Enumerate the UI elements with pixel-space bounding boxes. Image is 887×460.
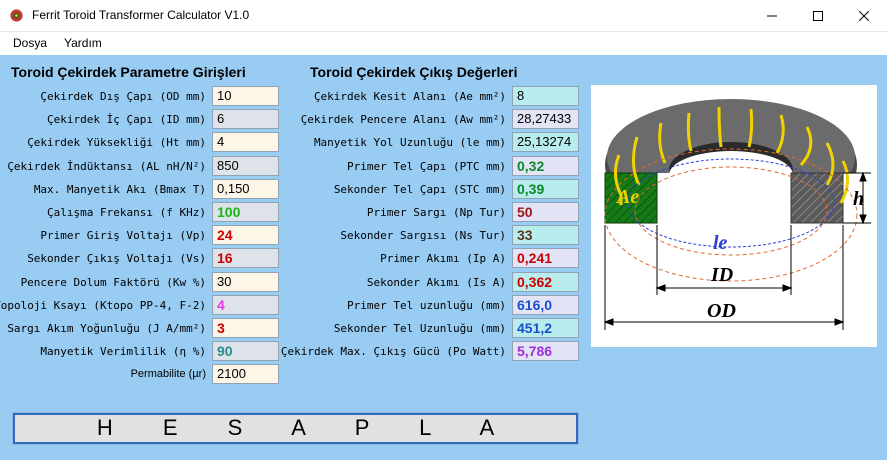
inputs-field-8[interactable]: 30 — [212, 271, 279, 292]
inputs-label-4: Max. Manyetik Akı (Bmax T) — [33, 182, 206, 196]
outputs-field-9: 616,0 — [512, 294, 579, 315]
outputs-label-8: Sekonder Akımı (Is A) — [366, 275, 506, 289]
outputs-label-0: Çekirdek Kesit Alanı (Ae mm²) — [313, 90, 506, 103]
od-label: OD — [707, 300, 736, 322]
inputs-field-10[interactable]: 3 — [212, 318, 279, 338]
inputs-field-9[interactable]: 4 — [212, 294, 279, 315]
outputs-field-8: 0,362 — [512, 271, 579, 292]
inputs-label-8: Pencere Dolum Faktörü (Kw %) — [20, 275, 206, 289]
outputs-label-9: Primer Tel uzunluğu (mm) — [347, 298, 506, 312]
inputs-field-7[interactable]: 16 — [212, 248, 279, 269]
inputs-label-11: Manyetik Verimlilik (η %) — [40, 345, 206, 359]
inputs-field-12[interactable]: 2100 — [212, 364, 279, 385]
id-label: ID — [710, 264, 733, 286]
inputs-label-2: Çekirdek Yüksekliği (Ht mm) — [27, 136, 206, 150]
inputs-field-2[interactable]: 4 — [212, 132, 279, 153]
inputs-label-9: Topoloji Ksayı (Ktopo PP-4, F-2) — [0, 298, 206, 312]
outputs-label-4: Sekonder Tel Çapı (STC mm) — [333, 182, 506, 196]
ae-label: Ae — [615, 186, 639, 208]
outputs-label-7: Primer Akımı (Ip A) — [380, 252, 506, 266]
inputs-label-1: Çekirdek İç Çapı (ID mm) — [47, 113, 206, 127]
close-button[interactable] — [841, 0, 887, 31]
close-icon — [859, 10, 869, 21]
window-title: Ferrit Toroid Transformer Calculator V1.… — [32, 8, 250, 22]
title-bar: Ferrit Toroid Transformer Calculator V1.… — [0, 0, 887, 32]
outputs-field-3: 0,32 — [512, 155, 579, 176]
inputs-label-10: Sargı Akım Yoğunluğu (J A/mm²) — [7, 322, 206, 335]
inputs-label-3: Çekirdek İndüktansı (AL nH/N²) — [7, 159, 206, 173]
outputs-field-6: 33 — [512, 225, 579, 246]
h-label: h — [853, 188, 864, 210]
outputs-field-1: 28,27433 — [512, 109, 579, 130]
menu-bar: Dosya Yardım — [0, 32, 887, 54]
outputs-field-11: 5,786 — [512, 341, 579, 362]
inputs-field-1[interactable]: 6 — [212, 109, 279, 130]
outputs-label-5: Primer Sargı (Np Tur) — [366, 206, 506, 219]
outputs-label-6: Sekonder Sargısı (Ns Tur) — [340, 229, 506, 243]
inputs-field-0[interactable]: 10 — [212, 86, 279, 106]
outputs-field-0: 8 — [512, 86, 579, 106]
maximize-button[interactable] — [795, 0, 841, 31]
outputs-label-3: Primer Tel Çapı (PTC mm) — [347, 159, 506, 173]
input-heading: Toroid Çekirdek Parametre Girişleri — [11, 64, 246, 80]
inputs-label-5: Çalışma Frekansı (f KHz) — [47, 206, 206, 219]
outputs-label-2: Manyetik Yol Uzunluğu (le mm) — [313, 136, 506, 150]
outputs-label-11: Çekirdek Max. Çıkış Gücü (Po Watt) — [280, 345, 506, 359]
inputs-field-3[interactable]: 850 — [212, 155, 279, 176]
inputs-field-4[interactable]: 0,150 — [212, 178, 279, 199]
inputs-label-0: Çekirdek Dış Çapı (OD mm) — [40, 90, 206, 103]
toroid-drawing: Ae le ID OD h — [591, 99, 877, 347]
calculate-button[interactable]: H E S A P L A — [12, 412, 579, 445]
output-heading: Toroid Çekirdek Çıkış Değerleri — [310, 64, 518, 80]
inputs-field-11[interactable]: 90 — [212, 341, 279, 362]
inputs-label-12: Permabilite (µr) — [130, 368, 206, 381]
outputs-label-10: Sekonder Tel Uzunluğu (mm) — [333, 322, 506, 335]
menu-dosya[interactable]: Dosya — [13, 36, 47, 50]
minimize-icon — [767, 15, 777, 16]
inputs-label-6: Primer Giriş Voltajı (Vp) — [40, 229, 206, 243]
outputs-field-7: 0,241 — [512, 248, 579, 269]
client-area: Toroid Çekirdek Parametre Girişleri Toro… — [0, 55, 887, 460]
le-label: le — [713, 232, 728, 254]
inputs-field-5[interactable]: 100 — [212, 202, 279, 222]
outputs-field-4: 0,39 — [512, 178, 579, 199]
toroid-diagram: Ae le ID OD h — [591, 85, 877, 347]
minimize-button[interactable] — [749, 0, 795, 31]
menu-yardim[interactable]: Yardım — [64, 36, 102, 50]
outputs-field-10: 451,2 — [512, 318, 579, 338]
outputs-label-1: Çekirdek Pencere Alanı (Aw mm²) — [300, 113, 506, 127]
outputs-field-5: 50 — [512, 202, 579, 222]
inputs-label-7: Sekonder Çıkış Voltajı (Vs) — [27, 252, 206, 266]
maximize-icon — [813, 10, 823, 21]
toroid-app-icon — [10, 9, 23, 22]
inputs-field-6[interactable]: 24 — [212, 225, 279, 246]
outputs-field-2: 25,13274 — [512, 132, 579, 153]
